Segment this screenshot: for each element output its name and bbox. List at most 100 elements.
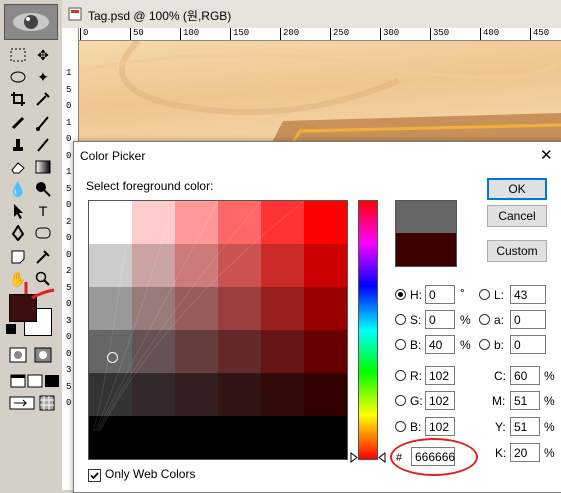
- screen-mode-full-icon[interactable]: [41, 370, 63, 392]
- web-color-cell[interactable]: [218, 330, 262, 374]
- ruler-top-mark: [130, 28, 131, 40]
- web-color-cell[interactable]: [89, 244, 133, 288]
- web-color-cell[interactable]: [304, 244, 347, 288]
- hue-slider[interactable]: [358, 200, 378, 460]
- default-colors-icon[interactable]: [6, 324, 16, 334]
- hue-radio[interactable]: [395, 289, 406, 300]
- web-color-cell[interactable]: [261, 330, 305, 374]
- web-color-cell[interactable]: [261, 244, 305, 288]
- red-radio[interactable]: [395, 370, 406, 381]
- shape-tool-icon[interactable]: [32, 222, 54, 244]
- lasso-tool-icon[interactable]: [7, 66, 29, 88]
- ruler-top-mark: [380, 28, 381, 40]
- document-canvas[interactable]: [78, 41, 561, 150]
- saturation-label: S:: [410, 313, 422, 327]
- current-color-swatch[interactable]: [395, 233, 457, 267]
- color-field[interactable]: [88, 200, 348, 460]
- web-color-cell[interactable]: [218, 373, 262, 417]
- ruler-top-mark: [530, 28, 531, 40]
- eraser-tool-icon[interactable]: [7, 156, 29, 178]
- web-color-cell[interactable]: [261, 287, 305, 331]
- red-field[interactable]: 102: [425, 366, 455, 385]
- quick-mask-mode-icon[interactable]: [32, 344, 54, 366]
- web-color-cell[interactable]: [132, 244, 176, 288]
- saturation-field[interactable]: 0: [425, 310, 455, 329]
- lab-l-field[interactable]: 43: [510, 285, 546, 304]
- healing-brush-tool-icon[interactable]: [7, 112, 29, 134]
- move-tool-icon[interactable]: ✥: [32, 44, 54, 66]
- green-field[interactable]: 102: [425, 391, 455, 410]
- cyan-field[interactable]: 60: [510, 366, 540, 385]
- web-color-cell[interactable]: [261, 201, 305, 245]
- brightness-field[interactable]: 40: [425, 335, 455, 354]
- saturation-unit: %: [460, 313, 471, 327]
- eyedropper-slice-tool-icon[interactable]: [32, 88, 54, 110]
- new-color-swatch: [395, 200, 457, 234]
- only-web-colors-checkbox[interactable]: [88, 469, 101, 482]
- document-title: Tag.psd @ 100% (원,RGB): [88, 9, 232, 23]
- web-color-cell[interactable]: [218, 287, 262, 331]
- imageready-grid-icon[interactable]: [36, 392, 58, 414]
- brightness-radio[interactable]: [395, 339, 406, 350]
- lab-a-radio[interactable]: [479, 314, 490, 325]
- hue-slider-arrows-icon[interactable]: [350, 452, 386, 464]
- blue-radio[interactable]: [395, 421, 406, 432]
- web-color-cell[interactable]: [132, 201, 176, 245]
- ok-button[interactable]: OK: [487, 178, 547, 200]
- burn-tool-icon[interactable]: [32, 178, 54, 200]
- red-arrow-annotation: [24, 282, 55, 300]
- ruler-left-tick: 5: [66, 282, 72, 293]
- lab-b-field[interactable]: 0: [510, 335, 546, 354]
- wood-tag-artwork: [78, 41, 561, 150]
- web-color-cell[interactable]: [261, 373, 305, 417]
- cyan-label: C:: [494, 369, 506, 383]
- web-color-cell[interactable]: [304, 201, 347, 245]
- ruler-top-mark: [430, 28, 431, 40]
- web-color-cell[interactable]: [304, 330, 347, 374]
- web-color-cell[interactable]: [89, 201, 133, 245]
- lab-l-radio[interactable]: [479, 289, 490, 300]
- web-color-cell[interactable]: [132, 330, 176, 374]
- lab-a-field[interactable]: 0: [510, 310, 546, 329]
- color-field-selector-icon[interactable]: [107, 352, 118, 363]
- blur-tool-icon[interactable]: 💧: [7, 178, 29, 200]
- path-selection-tool-icon[interactable]: [7, 200, 29, 222]
- magenta-field[interactable]: 51: [510, 391, 540, 410]
- custom-button[interactable]: Custom: [487, 240, 547, 262]
- type-tool-icon[interactable]: T: [32, 200, 54, 222]
- web-color-cell[interactable]: [218, 244, 262, 288]
- ruler-left-tick: 0: [66, 332, 72, 342]
- close-icon[interactable]: ✕: [540, 146, 553, 164]
- history-brush-tool-icon[interactable]: [32, 134, 54, 156]
- web-color-cell[interactable]: [175, 287, 219, 331]
- lab-b-radio[interactable]: [479, 339, 490, 350]
- cancel-button[interactable]: Cancel: [487, 205, 547, 227]
- yellow-field[interactable]: 51: [510, 417, 540, 436]
- pen-tool-icon[interactable]: [7, 222, 29, 244]
- green-radio[interactable]: [395, 395, 406, 406]
- web-color-black-row[interactable]: [89, 431, 347, 459]
- web-color-cell[interactable]: [175, 201, 219, 245]
- magic-wand-tool-icon[interactable]: ✦: [32, 66, 54, 88]
- crop-tool-icon[interactable]: [7, 88, 29, 110]
- web-color-cell[interactable]: [304, 373, 347, 417]
- notes-tool-icon[interactable]: [7, 246, 29, 268]
- black-field[interactable]: 20: [510, 443, 540, 462]
- jump-to-imageready-icon[interactable]: [7, 392, 37, 414]
- web-color-cell[interactable]: [304, 287, 347, 331]
- gradient-tool-icon[interactable]: [32, 156, 54, 178]
- stamp-tool-icon[interactable]: [7, 134, 29, 156]
- web-color-cell[interactable]: [132, 373, 176, 417]
- lab-l-label: L:: [494, 288, 505, 302]
- marquee-tool-icon[interactable]: [7, 44, 29, 66]
- web-color-cell[interactable]: [175, 330, 219, 374]
- brush-tool-icon[interactable]: [32, 112, 54, 134]
- hue-field[interactable]: 0: [425, 285, 455, 304]
- web-color-cell[interactable]: [89, 287, 133, 331]
- ruler-top-tick: 250: [333, 28, 350, 38]
- eyedropper-tool-icon[interactable]: [32, 246, 54, 268]
- saturation-radio[interactable]: [395, 314, 406, 325]
- web-color-cell[interactable]: [175, 373, 219, 417]
- standard-mode-icon[interactable]: [7, 344, 29, 366]
- blue-field[interactable]: 102: [425, 417, 455, 436]
